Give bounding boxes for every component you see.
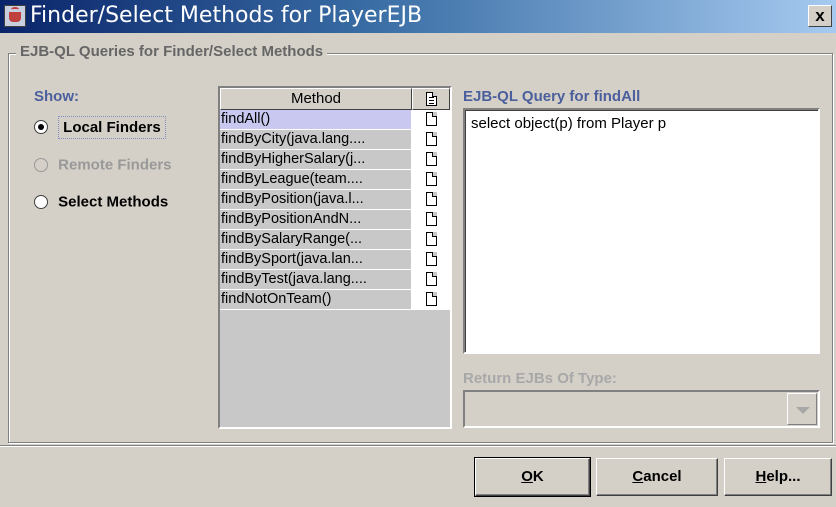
method-name[interactable]: findByPositionAndN... <box>220 210 412 229</box>
show-label: Show: <box>34 88 79 105</box>
table-row[interactable]: findAll() <box>220 110 450 130</box>
document-icon <box>425 172 437 186</box>
document-icon <box>425 292 437 306</box>
radio-label-select-methods: Select Methods <box>58 193 169 211</box>
radio-checked-icon[interactable] <box>34 120 48 135</box>
chevron-down-icon <box>787 393 817 425</box>
document-icon <box>425 192 437 206</box>
document-lines-icon <box>426 92 437 106</box>
document-icon <box>425 112 437 126</box>
table-row[interactable]: findByPosition(java.l... <box>220 190 450 210</box>
radio-label-remote-finders: Remote Finders <box>58 156 172 174</box>
document-icon <box>425 212 437 226</box>
group-legend: EJB-QL Queries for Finder/Select Methods <box>16 43 328 60</box>
method-name[interactable]: findBySalaryRange(... <box>220 230 412 249</box>
document-icon <box>425 132 437 146</box>
query-textarea[interactable]: select object(p) from Player p <box>463 108 820 354</box>
method-name[interactable]: findAll() <box>220 110 412 129</box>
title-bar: Finder/Select Methods for PlayerEJB x <box>0 0 836 33</box>
help-mnemonic: H <box>755 468 767 485</box>
window-title: Finder/Select Methods for PlayerEJB <box>30 3 423 28</box>
ok-label: K <box>532 468 544 485</box>
radio-local-finders[interactable]: Local Finders <box>34 115 166 139</box>
help-label: elp... <box>766 468 801 485</box>
query-label: EJB-QL Query for findAll <box>463 88 641 105</box>
method-name[interactable]: findByTest(java.lang.... <box>220 270 412 289</box>
ok-mnemonic: O <box>521 468 533 485</box>
return-type-select <box>463 390 820 428</box>
table-row[interactable]: findByHigherSalary(j... <box>220 150 450 170</box>
table-row[interactable]: findBySport(java.lan... <box>220 250 450 270</box>
document-icon <box>425 232 437 246</box>
document-icon <box>425 152 437 166</box>
close-button[interactable]: x <box>808 5 832 27</box>
method-name[interactable]: findBySport(java.lan... <box>220 250 412 269</box>
table-row[interactable]: findBySalaryRange(... <box>220 230 450 250</box>
help-button[interactable]: Help... <box>724 458 832 496</box>
method-name[interactable]: findByPosition(java.l... <box>220 190 412 209</box>
table-row[interactable]: findByTest(java.lang.... <box>220 270 450 290</box>
return-type-label: Return EJBs Of Type: <box>463 370 617 387</box>
table-header: Method <box>220 88 450 110</box>
radio-remote-finders: Remote Finders <box>34 156 172 174</box>
method-name[interactable]: findByCity(java.lang.... <box>220 130 412 149</box>
method-name[interactable]: findNotOnTeam() <box>220 290 412 309</box>
document-icon <box>425 252 437 266</box>
method-name[interactable]: findByHigherSalary(j... <box>220 150 412 169</box>
ok-button[interactable]: OK <box>474 457 591 497</box>
document-icon <box>425 272 437 286</box>
method-table[interactable]: Method findAll() findByCity(java.lang...… <box>218 86 452 429</box>
table-row[interactable]: findByLeague(team.... <box>220 170 450 190</box>
radio-unchecked-icon[interactable] <box>34 195 48 210</box>
method-name[interactable]: findByLeague(team.... <box>220 170 412 189</box>
radio-select-methods[interactable]: Select Methods <box>34 193 168 211</box>
footer-separator <box>0 445 836 447</box>
table-row[interactable]: findNotOnTeam() <box>220 290 450 310</box>
cancel-button[interactable]: Cancel <box>596 458 718 496</box>
radio-disabled-icon <box>34 158 48 173</box>
column-header-query-icon[interactable] <box>412 88 450 110</box>
java-cup-icon <box>4 5 26 27</box>
cancel-mnemonic: C <box>632 468 644 485</box>
cancel-label: ancel <box>643 468 682 485</box>
table-rows: findAll() findByCity(java.lang.... findB… <box>220 110 450 310</box>
table-row[interactable]: findByCity(java.lang.... <box>220 130 450 150</box>
table-row[interactable]: findByPositionAndN... <box>220 210 450 230</box>
radio-label-local-finders: Local Finders <box>58 115 166 139</box>
column-header-method[interactable]: Method <box>220 88 412 110</box>
